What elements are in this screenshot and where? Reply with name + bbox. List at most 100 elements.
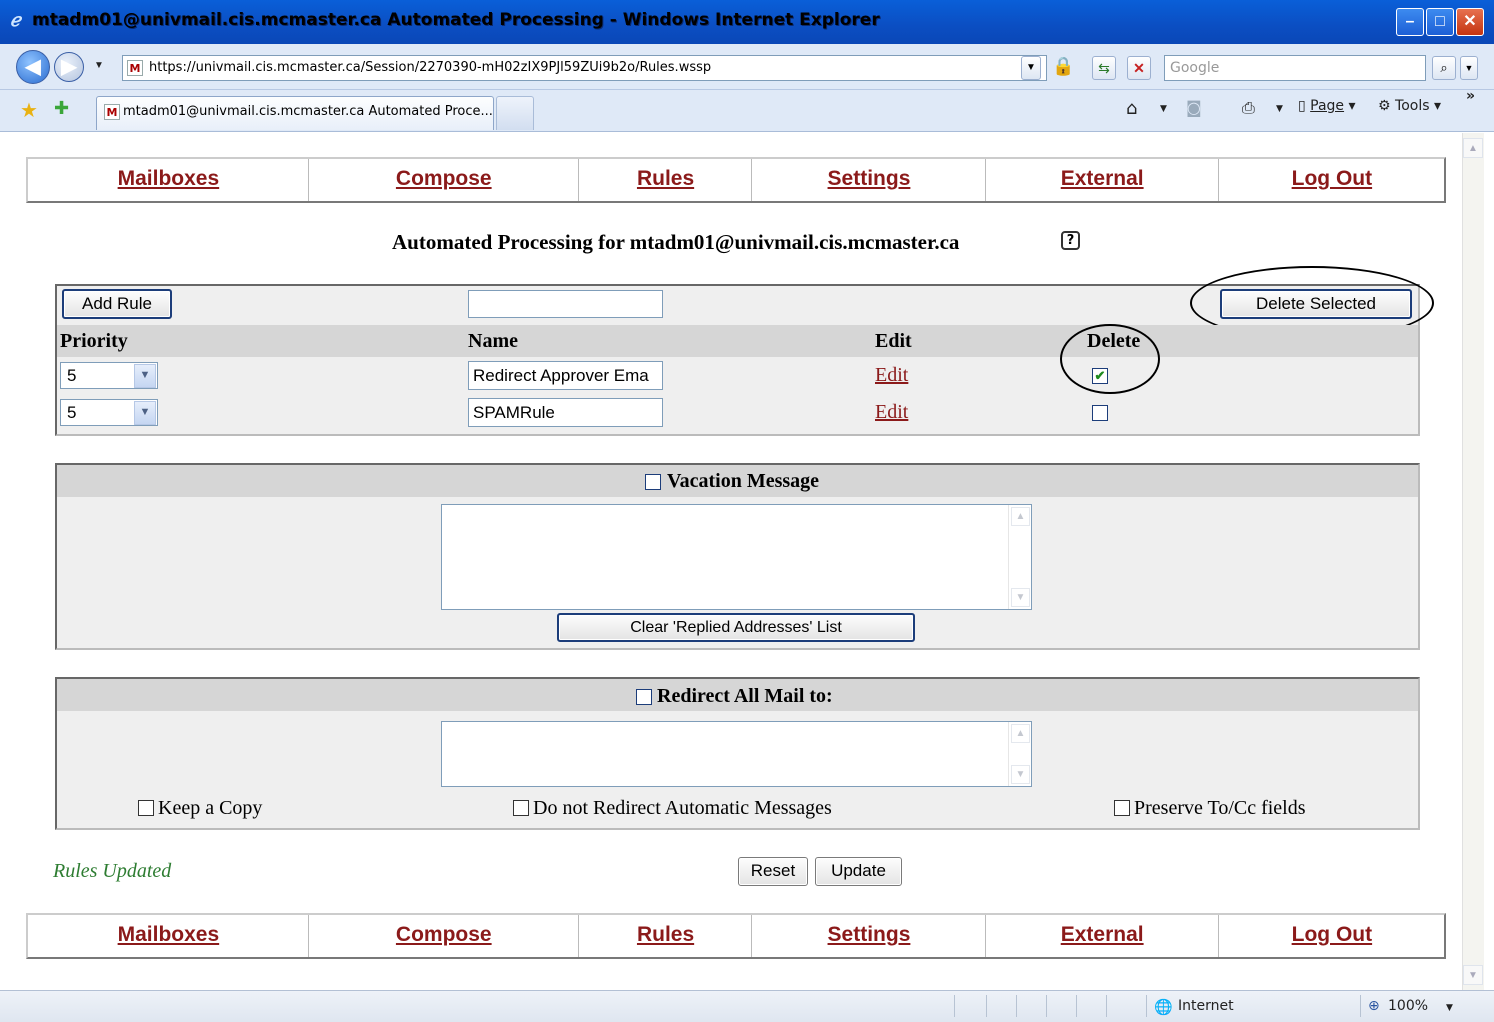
priority-select[interactable]: 5 ▼ [60, 399, 158, 426]
print-icon[interactable]: ⎙ [1242, 98, 1255, 118]
priority-select[interactable]: 5 ▼ [60, 362, 158, 389]
tools-menu-label: Tools [1395, 98, 1430, 114]
priority-value: 5 [67, 366, 77, 385]
feeds-icon[interactable]: ◙ [1186, 98, 1202, 117]
vacation-enable-checkbox[interactable] [645, 474, 661, 490]
print-dropdown-icon[interactable]: ▼ [1276, 104, 1283, 114]
chevron-more-icon[interactable]: » [1466, 88, 1475, 104]
nav-logout[interactable]: Log Out [1218, 915, 1444, 957]
new-rule-name-input[interactable] [468, 290, 663, 318]
scroll-up-icon[interactable]: ▲ [1463, 138, 1483, 158]
scroll-up-icon[interactable]: ▲ [1011, 724, 1030, 743]
redirect-address-textarea[interactable]: ▲ ▼ [441, 721, 1032, 787]
update-button[interactable]: Update [815, 857, 902, 886]
keep-copy-label: Keep a Copy [158, 797, 263, 819]
preserve-tocc-checkbox[interactable] [1114, 800, 1130, 816]
status-divider [1360, 995, 1361, 1017]
scroll-down-icon[interactable]: ▼ [1011, 588, 1030, 607]
redirect-enable-checkbox[interactable] [636, 689, 652, 705]
favorites-star-icon[interactable]: ★ [20, 98, 38, 123]
ie-logo-icon: ℯ [10, 10, 21, 30]
nav-settings[interactable]: Settings [752, 159, 986, 201]
browser-tab[interactable]: mtadm01@univmail.cis.mcmaster.ca Automat… [96, 96, 494, 130]
add-rule-button[interactable]: Add Rule [62, 289, 172, 319]
nav-compose[interactable]: Compose [308, 915, 579, 957]
minimize-button[interactable]: – [1396, 8, 1424, 36]
globe-icon: 🌐 [1154, 998, 1173, 1016]
vacation-message-textarea[interactable]: ▲ ▼ [441, 504, 1032, 610]
history-dropdown-icon[interactable]: ▼ [94, 60, 104, 71]
search-options-icon[interactable]: ▼ [1460, 56, 1478, 80]
nav-logout[interactable]: Log Out [1218, 159, 1444, 201]
address-field[interactable]: https://univmail.cis.mcmaster.ca/Session… [122, 55, 1047, 81]
chevron-down-icon: ▼ [134, 364, 156, 388]
zoom-icon[interactable]: ⊕ [1368, 998, 1380, 1014]
maximize-button[interactable]: □ [1426, 8, 1454, 36]
nav-external[interactable]: External [985, 915, 1219, 957]
lock-icon[interactable]: 🔒 [1052, 56, 1074, 77]
edit-rule-link[interactable]: Edit [875, 401, 908, 424]
chevron-down-icon: ▼ [134, 401, 156, 425]
status-divider [986, 995, 987, 1017]
nav-rules-label: Rules [636, 923, 695, 946]
tools-menu[interactable]: ⚙ Tools ▾ [1378, 98, 1441, 114]
page-scrollbar[interactable] [1462, 133, 1484, 990]
back-button[interactable]: ◀ [16, 50, 50, 84]
home-dropdown-icon[interactable]: ▼ [1160, 104, 1167, 114]
col-name: Name [468, 330, 518, 352]
address-dropdown-icon[interactable]: ▼ [1021, 56, 1041, 80]
new-tab-button[interactable] [496, 96, 534, 130]
edit-rule-link[interactable]: Edit [875, 364, 908, 387]
nav-external[interactable]: External [985, 159, 1219, 201]
rule-name-input[interactable]: SPAMRule [468, 398, 663, 427]
keep-copy-checkbox[interactable] [138, 800, 154, 816]
refresh-icon[interactable]: ⇆ [1092, 56, 1116, 80]
home-icon[interactable]: ⌂ [1126, 98, 1137, 119]
priority-value: 5 [67, 403, 77, 422]
site-favicon-icon: M [127, 60, 143, 76]
nav-settings-label: Settings [827, 923, 911, 946]
status-divider [1146, 995, 1147, 1017]
search-icon[interactable]: ⌕ [1432, 56, 1456, 80]
search-placeholder: Google [1170, 60, 1220, 76]
rule-name-input[interactable]: Redirect Approver Ema [468, 361, 663, 390]
nav-mailboxes[interactable]: Mailboxes [28, 915, 309, 957]
nav-compose[interactable]: Compose [308, 159, 579, 201]
browser-statusbar [0, 990, 1494, 1022]
redirect-title: Redirect All Mail to: [657, 685, 833, 707]
highlight-oval-delete-column [1060, 324, 1160, 394]
zoom-level[interactable]: 100% [1388, 998, 1428, 1014]
help-icon[interactable]: ? [1061, 231, 1080, 250]
nav-settings[interactable]: Settings [752, 915, 986, 957]
textarea-scrollbar[interactable]: ▲ ▼ [1008, 722, 1031, 786]
zoom-dropdown-icon[interactable]: ▼ [1446, 1003, 1453, 1013]
page-menu[interactable]: ▯ Page ▾ [1298, 98, 1356, 114]
vacation-title: Vacation Message [667, 470, 820, 492]
scroll-down-icon[interactable]: ▼ [1463, 965, 1483, 985]
nav-compose-label: Compose [395, 923, 492, 946]
search-input[interactable]: Google [1164, 55, 1426, 81]
status-divider [954, 995, 955, 1017]
close-window-button[interactable]: ✕ [1456, 8, 1484, 36]
delete-rule-checkbox[interactable] [1092, 405, 1108, 421]
delete-rule-checkbox[interactable]: ✔ [1092, 368, 1108, 384]
rules-header [57, 325, 1418, 357]
address-url-text: https://univmail.cis.mcmaster.ca/Session… [149, 60, 712, 75]
nav-rules[interactable]: Rules [578, 159, 753, 201]
window-title: mtadm01@univmail.cis.mcmaster.ca Automat… [32, 10, 880, 30]
textarea-scrollbar[interactable]: ▲ ▼ [1008, 505, 1031, 609]
nav-mailboxes[interactable]: Mailboxes [28, 159, 309, 201]
nav-logout-label: Log Out [1291, 167, 1373, 190]
reset-button[interactable]: Reset [738, 857, 808, 886]
no-redirect-auto-checkbox[interactable] [513, 800, 529, 816]
add-favorites-icon[interactable]: ✚ [54, 98, 69, 119]
col-priority: Priority [60, 330, 128, 352]
stop-icon[interactable]: ✕ [1127, 56, 1151, 80]
tab-favicon-icon: M [104, 104, 120, 120]
nav-settings-label: Settings [827, 167, 911, 190]
scroll-up-icon[interactable]: ▲ [1011, 507, 1030, 526]
clear-replied-button[interactable]: Clear 'Replied Addresses' List [557, 613, 915, 642]
nav-rules[interactable]: Rules [578, 915, 753, 957]
forward-button[interactable]: ▶ [54, 52, 84, 82]
scroll-down-icon[interactable]: ▼ [1011, 765, 1030, 784]
